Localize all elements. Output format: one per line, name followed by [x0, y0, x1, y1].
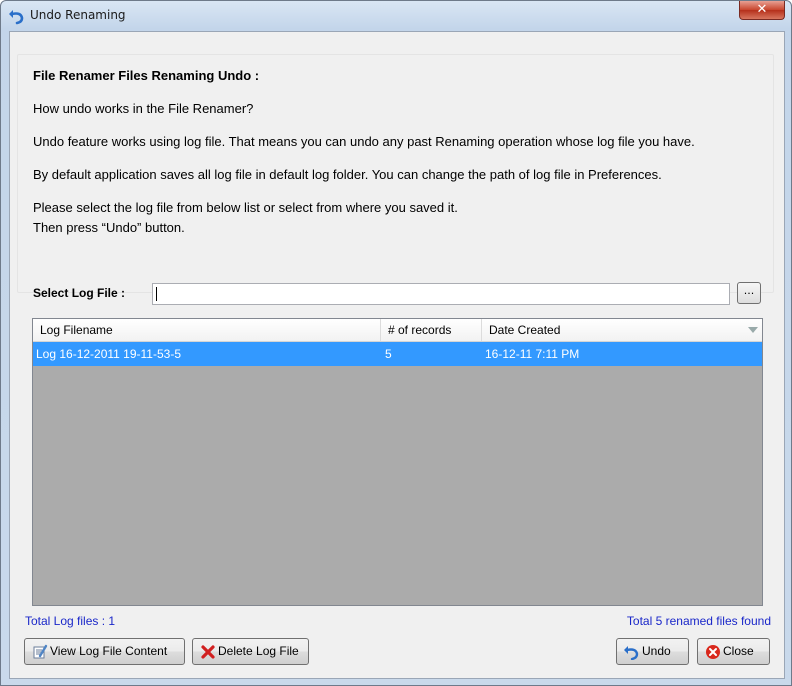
view-log-file-content-button[interactable]: View Log File Content: [24, 638, 185, 665]
close-label: Close: [723, 644, 754, 658]
info-paragraph-3-line-1: Please select the log file from below li…: [33, 200, 458, 215]
total-log-files-status: Total Log files : 1: [25, 614, 116, 628]
undo-label: Undo: [642, 644, 671, 658]
renamed-files-status: Total 5 renamed files found: [626, 614, 771, 628]
column-header-date-created-label: Date Created: [489, 323, 561, 337]
delete-log-file-label: Delete Log File: [218, 644, 299, 658]
log-file-list[interactable]: Log Filename # of records Date Created L…: [32, 318, 763, 606]
column-header-log-filename[interactable]: Log Filename: [33, 319, 381, 341]
info-heading: File Renamer Files Renaming Undo :: [33, 68, 260, 83]
close-icon: [706, 645, 720, 659]
log-file-path-input[interactable]: [152, 283, 730, 305]
window-title: Undo Renaming: [30, 8, 126, 22]
undo-icon: [9, 10, 24, 25]
info-paragraph-1: Undo feature works using log file. That …: [33, 134, 695, 149]
column-header-date-created[interactable]: Date Created: [482, 319, 762, 341]
client-area: File Renamer Files Renaming Undo : How u…: [9, 31, 785, 679]
select-log-file-label: Select Log File :: [33, 286, 126, 300]
info-question: How undo works in the File Renamer?: [33, 101, 254, 116]
delete-log-file-button[interactable]: Delete Log File: [192, 638, 309, 665]
row-records: 5: [385, 347, 392, 361]
browse-button[interactable]: ...: [737, 282, 761, 304]
sort-arrow-icon: [748, 327, 758, 333]
row-date-created: 16-12-11 7:11 PM: [485, 347, 580, 361]
row-filename: Log 16-12-2011 19-11-53-5: [36, 347, 181, 361]
info-paragraph-2: By default application saves all log fil…: [33, 167, 662, 182]
title-bar[interactable]: Undo Renaming ✕: [1, 1, 791, 31]
window-close-button[interactable]: ✕: [739, 1, 785, 20]
delete-icon: [201, 645, 215, 659]
view-log-icon: [33, 644, 48, 659]
text-caret: [156, 287, 157, 301]
table-row[interactable]: Log 16-12-2011 19-11-53-5 5 16-12-11 7:1…: [33, 342, 762, 366]
info-panel: File Renamer Files Renaming Undo : How u…: [17, 54, 774, 293]
view-log-file-content-label: View Log File Content: [50, 644, 168, 658]
info-paragraph-3-line-2: Then press “Undo” button.: [33, 220, 185, 235]
column-header-records[interactable]: # of records: [381, 319, 482, 341]
close-button[interactable]: Close: [697, 638, 770, 665]
undo-icon: [624, 646, 639, 660]
undo-button[interactable]: Undo: [616, 638, 689, 665]
list-header: Log Filename # of records Date Created: [33, 319, 762, 342]
undo-renaming-window: Undo Renaming ✕ File Renamer Files Renam…: [0, 0, 792, 686]
